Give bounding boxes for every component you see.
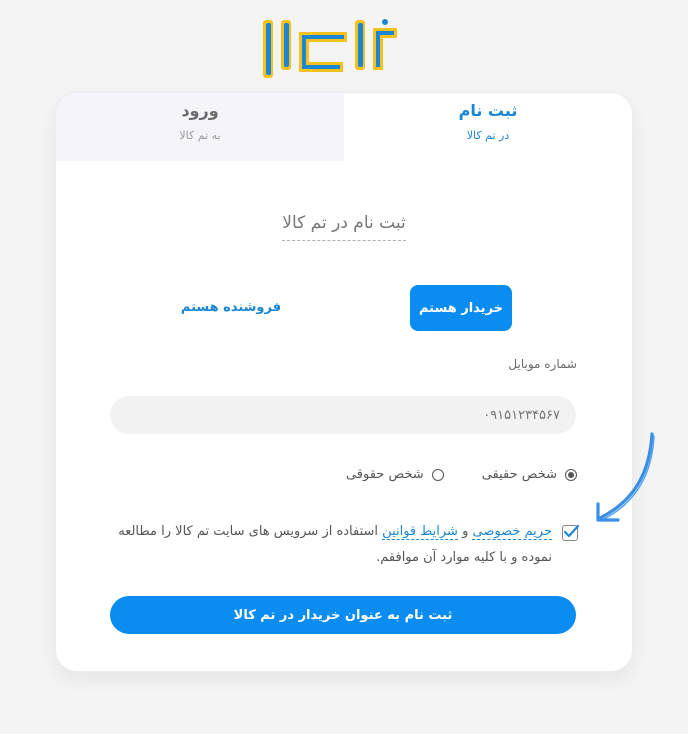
hand-drawn-arrow-icon [596, 432, 655, 522]
terms-checkbox[interactable] [562, 524, 580, 541]
registration-card: ثبت نام در تم کالا ورود به تم کالا ثبت ن… [55, 92, 633, 672]
seller-role-button[interactable]: فروشنده هستم [166, 285, 296, 331]
page-title-wrap: ثبت نام در تم کالا [56, 213, 632, 241]
radio-unchecked-icon[interactable] [431, 468, 444, 481]
terms-agreement: حریم خصوصی و شرایط قوانین استفاده از سرو… [112, 519, 580, 571]
radio-checked-icon[interactable] [565, 468, 577, 481]
radio-natural-person[interactable]: شخص حقیقی [482, 467, 577, 482]
person-type-radios: شخص حقیقی شخص حقوقی [346, 467, 577, 482]
tab-register-subtitle: در تم کالا [466, 129, 510, 142]
page: ثبت نام در تم کالا ورود به تم کالا ثبت ن… [0, 0, 688, 734]
tab-register-title: ثبت نام [458, 101, 518, 120]
page-title: ثبت نام در تم کالا [282, 213, 406, 241]
terms-text: حریم خصوصی و شرایط قوانین استفاده از سرو… [112, 519, 552, 571]
tab-login-title: ورود [181, 101, 219, 120]
check-icon [563, 524, 580, 538]
auth-tabs: ثبت نام در تم کالا ورود به تم کالا [56, 93, 632, 161]
tab-register[interactable]: ثبت نام در تم کالا [344, 93, 632, 161]
terms-conjunction: و [462, 524, 469, 539]
buyer-role-button[interactable]: خریدار هستم [410, 285, 512, 331]
rules-link[interactable]: شرایط قوانین [382, 524, 458, 540]
privacy-link[interactable]: حریم خصوصی [472, 524, 552, 540]
mobile-label: شماره موبایل [508, 357, 577, 371]
tab-login[interactable]: ورود به تم کالا [56, 93, 344, 161]
submit-button[interactable]: ثبت نام به عنوان خریدار در تم کالا [110, 596, 576, 634]
brand-logo[interactable] [255, 14, 405, 84]
radio-legal-person[interactable]: شخص حقوقی [346, 467, 444, 482]
logo-icon [263, 19, 397, 78]
radio-natural-person-label: شخص حقیقی [481, 467, 557, 482]
tab-login-subtitle: به تم کالا [179, 129, 221, 142]
radio-legal-person-label: شخص حقوقی [345, 467, 424, 482]
mobile-input[interactable] [110, 396, 576, 434]
